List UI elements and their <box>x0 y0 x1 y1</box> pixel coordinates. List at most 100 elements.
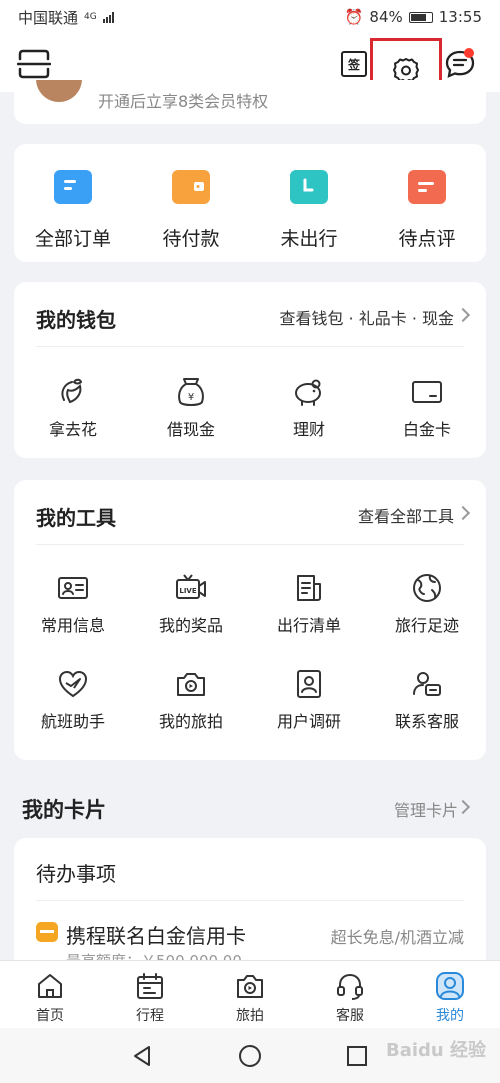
chevron-right-icon[interactable] <box>455 307 471 323</box>
tool-item-label: 我的奖品 <box>158 616 223 635</box>
network-label: 4G <box>84 12 97 22</box>
order-all-label: 全部订单 <box>34 228 111 250</box>
flight-helper-icon <box>58 670 88 698</box>
money-bag-icon: ¥ <box>178 378 204 406</box>
clock-icon <box>290 170 328 204</box>
tab-travel-photo[interactable]: 旅拍 <box>200 961 300 1028</box>
order-all-icon <box>54 170 92 204</box>
tool-item-label: 联系客服 <box>394 712 459 731</box>
notification-dot <box>464 48 474 58</box>
tool-item-survey[interactable]: 用户调研 <box>250 668 368 732</box>
piggy-bank-icon <box>295 379 321 406</box>
video-camera-icon <box>237 975 263 998</box>
tools-link[interactable]: 查看全部工具 <box>358 503 454 527</box>
wallet-link[interactable]: 查看钱包 · 礼品卡 · 现金 <box>279 305 454 329</box>
tool-item-footprint[interactable]: 旅行足迹 <box>368 572 486 636</box>
tool-item-checklist[interactable]: 出行清单 <box>250 572 368 636</box>
card-icon <box>412 381 442 403</box>
recent-apps-icon[interactable] <box>345 1044 369 1068</box>
tab-label: 首页 <box>36 1008 64 1024</box>
order-to-review-label: 待点评 <box>398 228 456 250</box>
status-bar: 中国联通 4G ⏰ 84% 13:55 <box>0 0 500 34</box>
tab-label: 行程 <box>136 1008 164 1024</box>
calendar-sign-icon: 签 <box>341 51 367 77</box>
order-to-review[interactable]: 待点评 <box>368 170 486 251</box>
id-card-icon <box>58 577 88 599</box>
scan-icon[interactable] <box>14 44 54 84</box>
user-survey-icon <box>297 670 321 698</box>
tab-label: 客服 <box>336 1008 364 1024</box>
chevron-right-icon[interactable] <box>455 505 471 521</box>
member-avatar <box>36 80 82 102</box>
order-pending-payment[interactable]: 待付款 <box>132 170 250 251</box>
svg-text:¥: ¥ <box>188 392 194 403</box>
tool-item-label: 出行清单 <box>276 616 341 635</box>
customer-service-icon <box>413 672 441 696</box>
wallet-item-finance[interactable]: 理财 <box>250 376 368 440</box>
todo-card: 待办事项 携程联名白金信用卡 超长免息/机酒立减 最高额度：￥500,000.0… <box>14 838 486 978</box>
wallet-item-label: 拿去花 <box>48 420 97 439</box>
svg-text:LIVE: LIVE <box>179 587 196 595</box>
member-card[interactable]: 开通后立享8类会员特权 <box>14 80 486 124</box>
credit-card-icon <box>36 922 58 942</box>
wallet-item-loan[interactable]: ¥ 借现金 <box>132 376 250 440</box>
battery-icon <box>408 11 433 23</box>
wallet-item-label: 白金卡 <box>402 420 451 439</box>
wallet-item-label: 借现金 <box>166 420 215 439</box>
watermark: Baidu 经验 <box>385 1040 486 1061</box>
flower-icon <box>61 378 83 404</box>
divider <box>36 346 464 347</box>
tab-home[interactable]: 首页 <box>0 961 100 1028</box>
profile-icon <box>436 972 464 1000</box>
todo-title: 待办事项 <box>36 862 116 886</box>
tool-item-common-info[interactable]: 常用信息 <box>14 572 132 636</box>
time-label: 13:55 <box>438 8 482 26</box>
sign-in-button[interactable]: 签 <box>334 44 374 84</box>
order-not-traveled[interactable]: 未出行 <box>250 170 368 251</box>
tools-title: 我的工具 <box>36 506 116 530</box>
cards-title: 我的卡片 <box>22 798 106 822</box>
member-promo-text: 开通后立享8类会员特权 <box>98 92 269 111</box>
wallet-card: 我的钱包 查看钱包 · 礼品卡 · 现金 拿去花 ¥ 借现金 理财 白金卡 <box>14 282 486 458</box>
credit-card-promo[interactable]: 超长免息/机酒立减 <box>331 924 464 948</box>
signal-icon <box>102 11 114 23</box>
tab-customer-service[interactable]: 客服 <box>300 961 400 1028</box>
tool-item-prizes[interactable]: LIVE 我的奖品 <box>132 572 250 636</box>
wallet-item-huahua[interactable]: 拿去花 <box>14 376 132 440</box>
tab-mine[interactable]: 我的 <box>400 961 500 1028</box>
tool-item-label: 旅行足迹 <box>394 616 459 635</box>
battery-label: 84% <box>369 8 403 26</box>
home-icon <box>38 974 62 998</box>
tab-itinerary[interactable]: 行程 <box>100 961 200 1028</box>
order-all[interactable]: 全部订单 <box>14 170 132 251</box>
review-icon <box>408 170 446 204</box>
order-pending-payment-label: 待付款 <box>162 228 220 250</box>
alarm-icon: ⏰ <box>344 8 364 26</box>
checklist-icon <box>297 575 321 601</box>
wallet-item-platinum[interactable]: 白金卡 <box>368 376 486 440</box>
credit-card-name[interactable]: 携程联名白金信用卡 <box>66 920 246 949</box>
tool-item-label: 常用信息 <box>40 616 105 635</box>
back-icon[interactable] <box>131 1044 155 1068</box>
tool-item-travel-photo[interactable]: 我的旅拍 <box>132 668 250 732</box>
tool-item-label: 我的旅拍 <box>158 712 223 731</box>
tool-item-customer-service[interactable]: 联系客服 <box>368 668 486 732</box>
tool-item-label: 航班助手 <box>40 712 105 731</box>
divider <box>36 900 464 901</box>
order-not-traveled-label: 未出行 <box>280 228 338 250</box>
tools-card: 我的工具 查看全部工具 常用信息 LIVE 我的奖品 出行清单 旅行足迹 航班助… <box>14 480 486 760</box>
chevron-right-icon[interactable] <box>455 799 471 815</box>
calendar-icon <box>137 973 163 999</box>
tool-item-flight-helper[interactable]: 航班助手 <box>14 668 132 732</box>
home-circle-icon[interactable] <box>238 1044 262 1068</box>
live-tv-icon: LIVE <box>176 574 206 599</box>
camera-icon <box>177 673 205 696</box>
manage-cards-link[interactable]: 管理卡片 <box>394 797 458 821</box>
wallet-title: 我的钱包 <box>36 308 116 332</box>
message-button[interactable] <box>440 44 480 84</box>
bottom-tab-bar: 首页 行程 旅拍 客服 我的 <box>0 960 500 1028</box>
tab-label: 我的 <box>436 1008 464 1024</box>
carrier-label: 中国联通 <box>18 8 79 27</box>
orders-card: 全部订单 待付款 未出行 待点评 <box>14 144 486 262</box>
tool-item-label: 用户调研 <box>276 712 341 731</box>
